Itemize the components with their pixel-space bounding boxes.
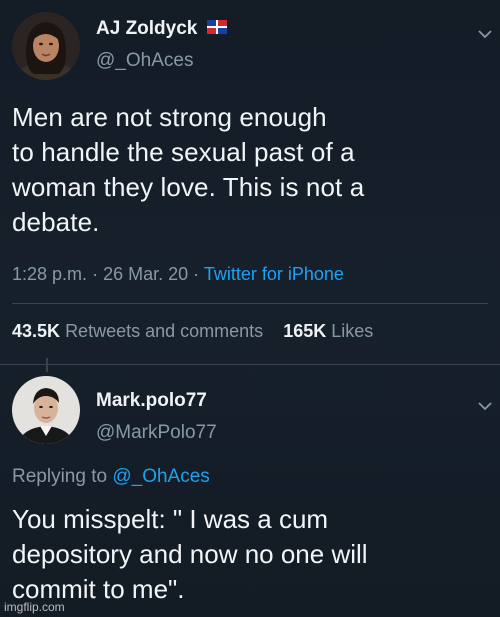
likes-stat[interactable]: 165K Likes [283, 321, 373, 341]
retweets-label: Retweets and comments [65, 321, 264, 341]
replying-to: Replying to @_OhAces [12, 466, 210, 488]
tweet-text-line: woman they love. This is not a [12, 172, 365, 202]
replying-mention[interactable]: @_OhAces [112, 466, 209, 487]
tweet-meta: 1:28 p.m. · 26 Mar. 20 · Twitter for iPh… [12, 264, 344, 285]
reply-author-handle[interactable]: @MarkPolo77 [96, 422, 217, 444]
replying-prefix: Replying to [12, 466, 108, 487]
retweets-count: 43.5K [12, 321, 61, 341]
reply-text-line: You misspelt: " I was a cum [12, 504, 329, 534]
tweet-author-name-row[interactable]: AJ Zoldyck [96, 18, 227, 40]
reply-text-line: depository and now no one will [12, 539, 368, 569]
meta-separator: · [193, 264, 204, 284]
reply-author-name[interactable]: Mark.polo77 [96, 390, 207, 412]
chevron-down-icon[interactable] [478, 26, 492, 42]
tweet-date[interactable]: 26 Mar. 20 [103, 264, 188, 284]
imgflip-watermark: imgflip.com [4, 600, 65, 614]
tweet-text-line: Men are not strong enough [12, 102, 327, 132]
tweet-source[interactable]: Twitter for iPhone [204, 264, 344, 284]
thread-line [46, 358, 48, 372]
reply-avatar-image [12, 376, 80, 444]
divider [12, 303, 488, 304]
tweet-author-handle[interactable]: @_OhAces [96, 50, 193, 72]
likes-count: 165K [283, 321, 327, 341]
avatar[interactable] [12, 12, 80, 80]
retweets-stat[interactable]: 43.5K Retweets and comments [12, 321, 268, 341]
meta-separator: · [92, 264, 104, 284]
likes-label: Likes [331, 321, 374, 341]
tweet-stats: 43.5K Retweets and comments 165K Likes [12, 321, 373, 342]
tweet-author-name[interactable]: AJ Zoldyck [96, 18, 197, 39]
chevron-down-icon[interactable] [478, 398, 492, 414]
tweet-time[interactable]: 1:28 p.m. [12, 264, 87, 284]
reply-text-line: commit to me". [12, 574, 185, 604]
tweet-text-line: to handle the sexual past of a [12, 137, 355, 167]
dominican-republic-flag-icon [206, 18, 227, 40]
reply-avatar[interactable] [12, 376, 80, 444]
tweet-text: Men are not strong enough to handle the … [12, 100, 482, 240]
reply-text: You misspelt: " I was a cum depository a… [12, 502, 482, 607]
tweet-text-line: debate. [12, 207, 100, 237]
avatar-image [12, 12, 80, 80]
divider [0, 364, 500, 365]
